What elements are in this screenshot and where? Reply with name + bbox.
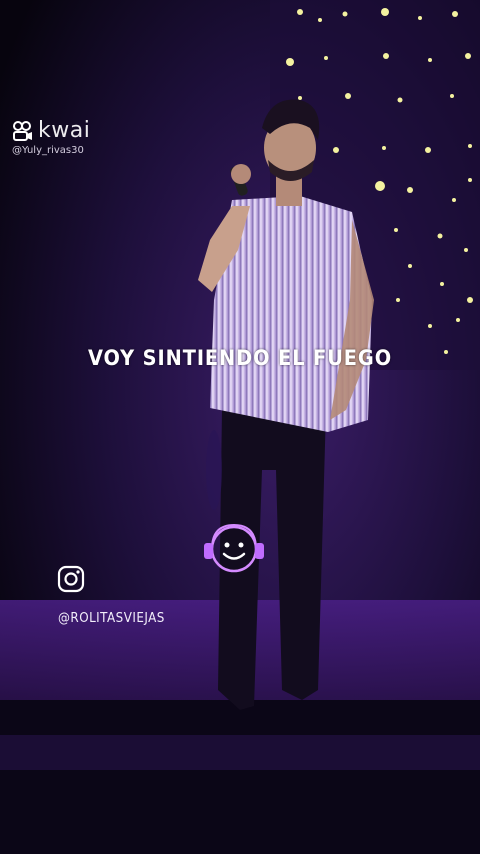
lyric-caption: VOY SINTIENDO EL FUEGO (87, 346, 393, 370)
kwai-logo: kwai (12, 118, 90, 143)
smiley-headphones-icon (204, 523, 264, 573)
kwai-watermark: kwai @Yuly_rivas30 (12, 118, 90, 156)
kwai-brand-text: kwai (38, 118, 91, 143)
watermark-username: @Yuly_rivas30 (12, 145, 84, 156)
kwai-logo-icon (13, 120, 32, 141)
instagram-handle[interactable]: @ROLITASVIEJAS (58, 611, 165, 626)
instagram-icon[interactable] (57, 565, 85, 593)
video-frame[interactable]: kwai @Yuly_rivas30 VOY SINTIENDO EL FUEG… (0, 0, 480, 854)
